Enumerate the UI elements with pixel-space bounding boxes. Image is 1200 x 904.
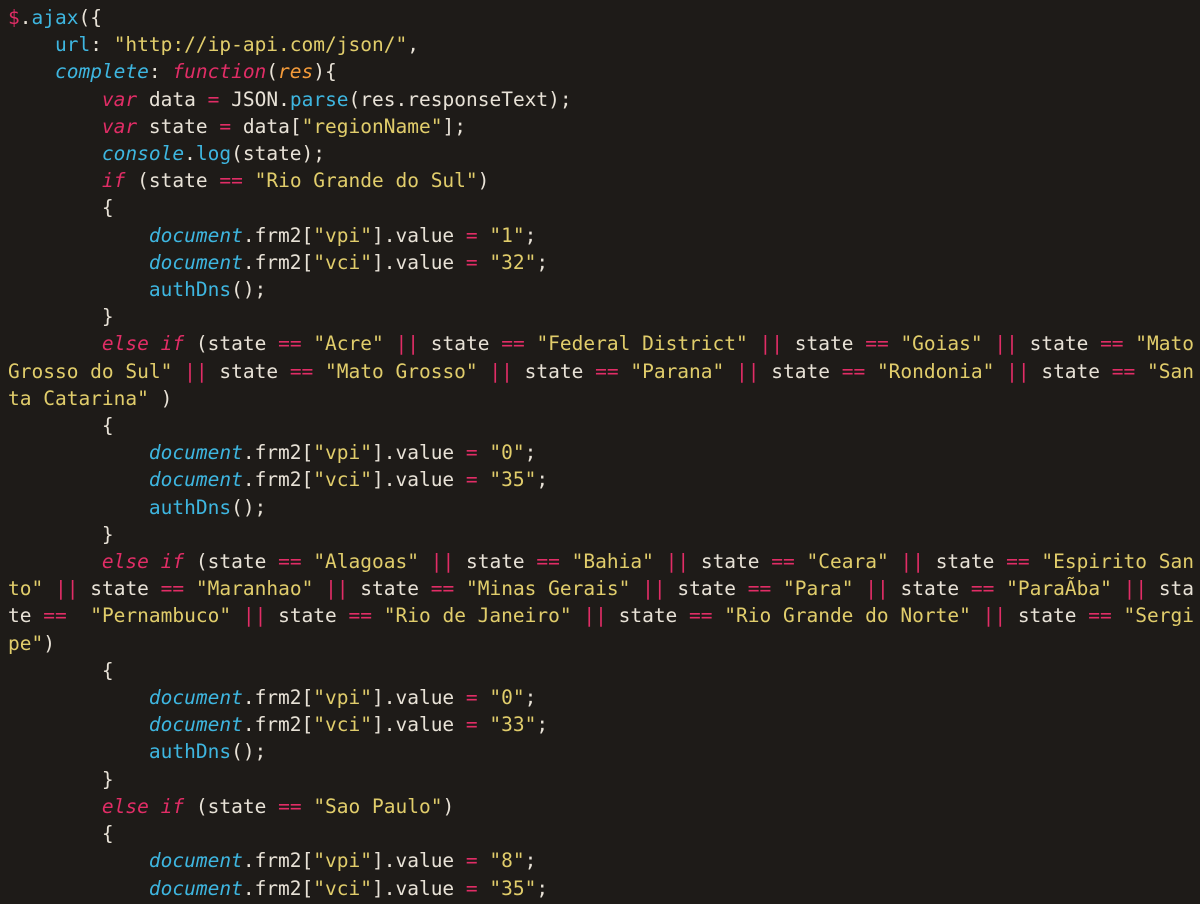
code-line: url: "http://ip-api.com/json/", [8,33,419,56]
code-editor[interactable]: $.ajax({ url: "http://ip-api.com/json/",… [0,0,1200,904]
code-line: if (state == "Rio Grande do Sul") [8,169,489,192]
code-line: else if (state == "Sao Paulo") [8,795,454,818]
code-line: document.frm2["vci"].value = "35"; [8,877,548,900]
code-line: document.frm2["vpi"].value = "8"; [8,849,536,872]
code-line: authDns(); [8,278,266,301]
code-line: { [8,196,114,219]
code-line: complete: function(res){ [8,60,337,83]
code-line: document.frm2["vci"].value = "35"; [8,468,548,491]
code-line: { [8,414,114,437]
code-line: var state = data["regionName"]; [8,115,466,138]
code-line: var data = JSON.parse(res.responseText); [8,88,572,111]
code-line: document.frm2["vpi"].value = "0"; [8,686,536,709]
code-line: console.log(state); [8,142,325,165]
code-line: authDns(); [8,740,266,763]
code-line: } [8,768,114,791]
code-line: { [8,659,114,682]
code-line: document.frm2["vci"].value = "33"; [8,713,548,736]
code-line: document.frm2["vpi"].value = "0"; [8,441,536,464]
code-line: else if (state == "Acre" || state == "Fe… [8,332,1200,409]
code-line: } [8,523,114,546]
code-line: document.frm2["vci"].value = "32"; [8,251,548,274]
code-line: { [8,822,114,845]
code-line: else if (state == "Alagoas" || state == … [8,550,1194,655]
code-line: document.frm2["vpi"].value = "1"; [8,224,536,247]
code-line: authDns(); [8,496,266,519]
code-line: $.ajax({ [8,6,102,29]
code-line: } [8,305,114,328]
